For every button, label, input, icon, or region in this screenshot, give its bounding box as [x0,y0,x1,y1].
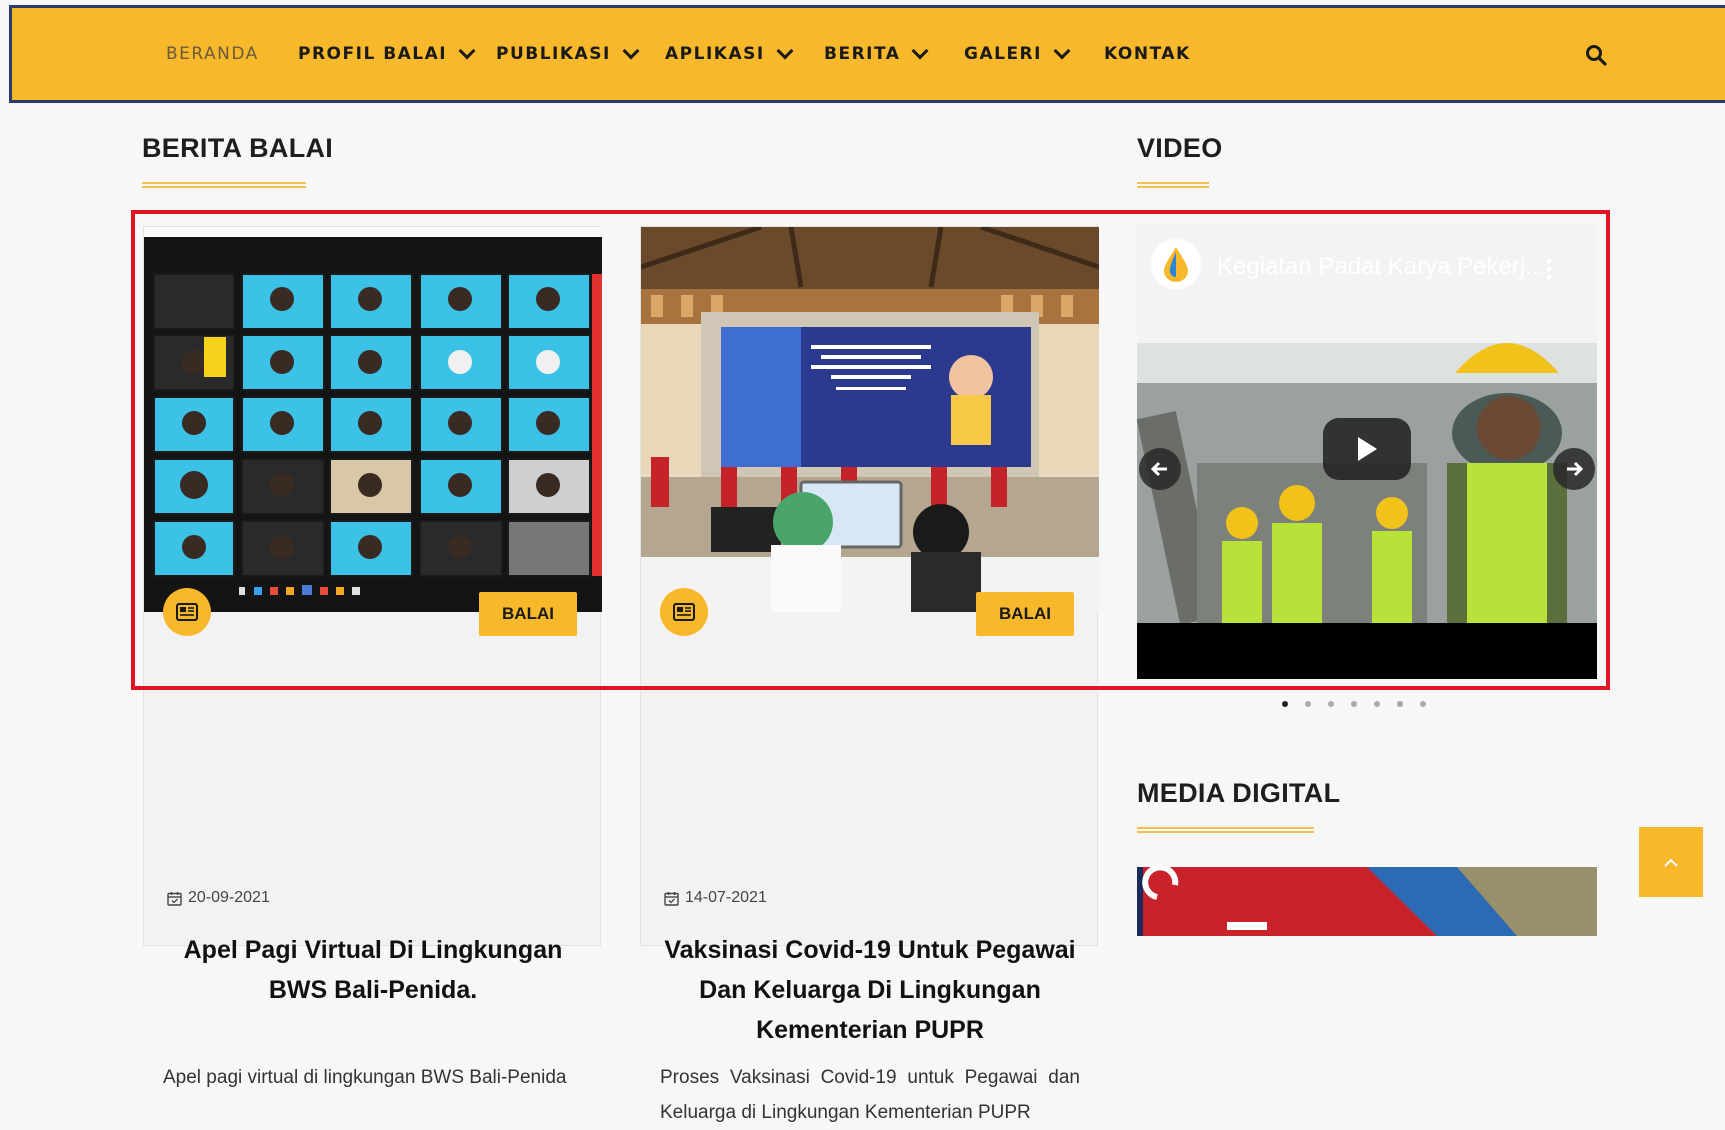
date-text: 20-09-2021 [188,889,270,906]
nav-item-aplikasi[interactable]: APLIKASI [665,8,794,100]
carousel-dot[interactable] [1420,701,1426,707]
main-navbar: BERANDA PROFIL BALAI PUBLIKASI APLIKASI … [9,5,1725,103]
chevron-down-icon [911,42,929,60]
more-vertical-icon[interactable] [1545,257,1553,281]
title-underline [1137,182,1209,188]
carousel-prev-button[interactable] [1139,448,1181,490]
news-image-virtual-meeting[interactable] [144,227,602,612]
carousel-dot[interactable] [1397,701,1403,707]
chevron-down-icon [776,42,794,60]
chevron-down-icon [622,42,640,60]
chevron-down-icon [1053,42,1071,60]
nav-item-berita[interactable]: BERITA [824,8,929,100]
video-title[interactable]: Kegiatan Padat Karya Pekerj... [1217,253,1545,281]
carousel-dot[interactable] [1282,701,1288,707]
category-badge[interactable]: BALAI [976,592,1074,636]
nav-item-beranda[interactable]: BERANDA [166,8,259,100]
news-image-vaccination[interactable] [641,227,1099,612]
post-date: 20-09-2021 [167,889,270,907]
calendar-icon [664,891,679,906]
media-digital-banner[interactable] [1137,867,1597,936]
news-title[interactable]: Apel Pagi Virtual Di Lingkungan BWS Bali… [164,930,582,1010]
carousel-next-button[interactable] [1553,448,1595,490]
carousel-dot[interactable] [1351,701,1357,707]
media-banner-image [1137,867,1597,936]
video-player[interactable]: Kegiatan Padat Karya Pekerj... [1137,223,1597,679]
news-title[interactable]: Vaksinasi Covid-19 Untuk Pegawai Dan Kel… [661,930,1079,1050]
carousel-dots [1282,701,1426,707]
back-to-top-button[interactable] [1639,827,1703,897]
play-icon [1358,437,1377,461]
news-card[interactable]: BALAI 20-09-2021 Apel Pagi Virtual Di Li… [143,226,602,1088]
nav-item-profil-balai[interactable]: PROFIL BALAI [298,8,476,100]
carousel-dot[interactable] [1305,701,1311,707]
channel-logo[interactable] [1151,239,1201,289]
chevron-down-icon [458,42,476,60]
play-button[interactable] [1323,418,1411,480]
title-underline [1137,827,1314,833]
chevron-up-icon [1664,858,1678,867]
section-title-berita: BERITA BALAI [142,133,334,163]
nav-item-galeri[interactable]: GALERI [964,8,1071,100]
news-excerpt: Proses Vaksinasi Covid-19 untuk Pegawai … [660,1067,1080,1123]
date-text: 14-07-2021 [685,889,767,906]
calendar-icon [167,891,182,906]
post-date: 14-07-2021 [664,889,767,907]
carousel-dot[interactable] [1328,701,1334,707]
virtual-meeting-image [144,227,602,612]
section-title-video: VIDEO [1137,133,1223,163]
newspaper-icon [163,588,211,636]
news-card[interactable]: BALAI 14-07-2021 Vaksinasi Covid-19 Untu… [640,226,1099,1123]
section-title-media: MEDIA DIGITAL [1137,778,1341,808]
title-underline [142,182,306,188]
category-badge[interactable]: BALAI [479,592,577,636]
water-drop-icon [1164,247,1188,282]
vaccination-image [641,227,1099,612]
search-icon[interactable] [1585,44,1607,66]
news-excerpt: Apel pagi virtual di lingkungan BWS Bali… [163,1067,567,1088]
arrow-left-icon [1151,461,1167,477]
nav-item-kontak[interactable]: KONTAK [1104,8,1191,100]
carousel-dot[interactable] [1374,701,1380,707]
nav-item-publikasi[interactable]: PUBLIKASI [496,8,640,100]
arrow-right-icon [1567,461,1583,477]
newspaper-icon [660,588,708,636]
